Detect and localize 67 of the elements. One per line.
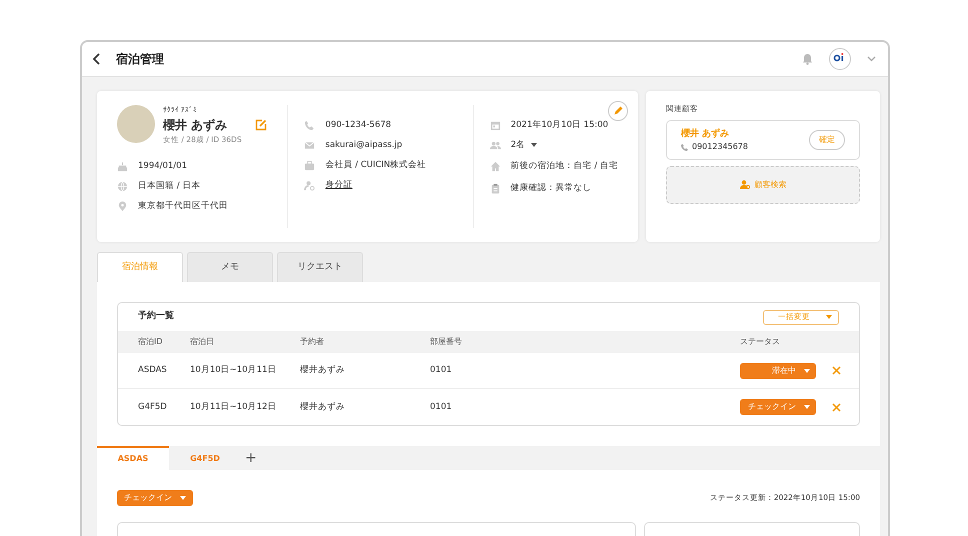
table-cell-text: 10月11日~10月12日: [190, 400, 278, 414]
close-icon[interactable]: [832, 402, 841, 412]
status-dropdown[interactable]: 滞在中: [740, 362, 816, 378]
confirm-button[interactable]: 確定: [809, 130, 845, 150]
briefcase-icon: [304, 160, 316, 170]
close-icon[interactable]: [832, 366, 841, 375]
id-document-link[interactable]: 身分証: [325, 178, 352, 192]
birthdate: 1994/01/01: [138, 160, 187, 174]
clipboard-icon: [490, 182, 501, 194]
health-check: 健康確認：異常なし: [510, 182, 592, 194]
table-cell-text: 櫻井あずみ: [300, 400, 346, 414]
add-tab-button[interactable]: +: [245, 448, 257, 468]
person-search-icon: [740, 180, 750, 190]
cake-icon: [117, 161, 128, 172]
customer-search-button[interactable]: 顧客検索: [666, 166, 860, 204]
logo-icon[interactable]: [829, 48, 851, 70]
caret-icon[interactable]: [531, 143, 538, 147]
chevron-down-icon[interactable]: [867, 56, 876, 62]
tab[interactable]: リクエスト: [277, 252, 363, 282]
nationality: 日本国籍 / 日本: [138, 180, 200, 194]
guest-count: 2名: [510, 138, 526, 152]
pencil-icon[interactable]: [608, 101, 628, 121]
calendar-icon: [490, 120, 501, 130]
page-title: 宿泊管理: [116, 51, 164, 68]
stay-location: 前後の宿泊地：自宅 / 自宅: [510, 160, 618, 172]
status-dropdown[interactable]: チェックイン: [117, 490, 193, 506]
table-cell-text: 10月10日~10月11日: [190, 364, 278, 377]
section-title: 予約一覧: [138, 310, 174, 324]
address: 東京都千代田区千代田: [138, 200, 228, 214]
related-customer-phone: 09012345678: [692, 141, 748, 153]
column-header: ステータス: [740, 336, 781, 348]
house-icon: [490, 160, 501, 172]
table-cell-text: 0101: [430, 364, 453, 377]
phone-icon: [304, 120, 316, 130]
table-cell-text: ASDAS: [138, 364, 168, 377]
table-cell-text: 櫻井あずみ: [300, 364, 346, 377]
caret-icon: [804, 405, 810, 409]
reservation-tab[interactable]: G4F5D: [169, 446, 241, 470]
edit-icon[interactable]: [255, 118, 268, 130]
globe-icon: [117, 181, 128, 192]
occupation: 会社員 / CUICIN株式会社: [325, 158, 426, 172]
tab[interactable]: 宿泊情報: [97, 252, 183, 282]
avatar-placeholder: [117, 105, 155, 143]
mail-icon: [304, 140, 316, 150]
tab[interactable]: メモ: [187, 252, 273, 282]
column-header: 部屋番号: [430, 336, 463, 348]
reservation-tab[interactable]: ASDAS: [97, 446, 169, 470]
table-cell-text: G4F5D: [138, 400, 168, 414]
bell-icon[interactable]: [802, 53, 813, 65]
customer-name: 櫻井 あずみ: [163, 116, 228, 134]
person-icon: [304, 180, 316, 190]
related-customer-name: 櫻井 あずみ: [681, 128, 730, 140]
column-header: 宿泊ID: [138, 336, 164, 348]
people-icon: [490, 140, 501, 150]
table-cell-text: 0101: [430, 400, 453, 414]
email-address: sakurai@aipass.jp: [325, 138, 402, 152]
caret-icon: [804, 368, 810, 372]
phone-icon: [681, 144, 688, 150]
caret-icon: [180, 496, 186, 500]
phone-number: 090-1234-5678: [325, 118, 392, 132]
status-dropdown[interactable]: チェックイン: [740, 399, 816, 415]
caret-icon: [826, 315, 832, 319]
back-icon[interactable]: [92, 53, 100, 65]
column-header: 宿泊日: [190, 336, 215, 348]
location-pin-icon: [117, 201, 128, 212]
checkin-datetime: 2021年10月10日 15:00: [510, 118, 608, 132]
column-header: 予約者: [300, 336, 325, 348]
